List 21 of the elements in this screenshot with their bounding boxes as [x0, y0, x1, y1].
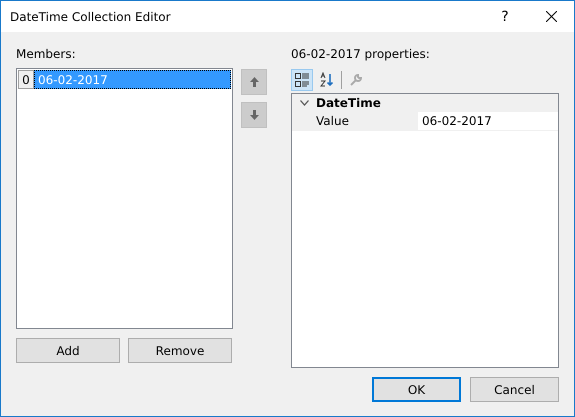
add-button[interactable]: Add [16, 338, 120, 363]
close-icon [546, 11, 556, 22]
chevron-icon [300, 100, 308, 106]
properties-label: 06-02-2017 properties: [291, 46, 431, 63]
categorized-icon [295, 72, 309, 86]
categorized-button[interactable] [291, 68, 313, 90]
category-name: DateTime [316, 96, 381, 110]
window-title: DateTime Collection Editor [10, 10, 172, 24]
item-index: 0 [18, 70, 34, 89]
help-button[interactable]: ? [482, 1, 528, 32]
cancel-button[interactable]: Cancel [470, 377, 559, 402]
arrow-up-icon [250, 77, 258, 87]
arrow-down-icon [250, 110, 258, 120]
ok-button[interactable]: OK [372, 377, 461, 402]
move-up-button[interactable] [241, 69, 267, 95]
wrench-icon [349, 72, 363, 86]
property-name: Value [292, 112, 418, 130]
remove-button[interactable]: Remove [128, 338, 232, 363]
sort-icon [320, 72, 334, 87]
move-down-button[interactable] [241, 102, 267, 128]
members-label: Members: [16, 46, 77, 63]
